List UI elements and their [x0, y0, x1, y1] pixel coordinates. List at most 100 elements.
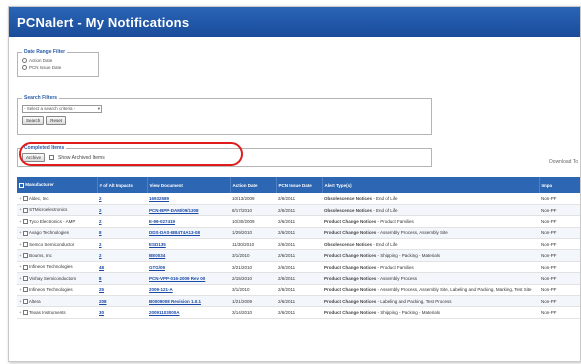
- document-link[interactable]: 20091103000A: [149, 310, 180, 315]
- col-action-date[interactable]: Action Date: [230, 177, 277, 193]
- completed-items: Completed Items Archive Show Archived It…: [17, 145, 432, 167]
- download-to-label[interactable]: Download To: [549, 159, 578, 165]
- cell-alert-type: Product Change Notices - Shipping - Pack…: [322, 306, 539, 319]
- alt-impacts-link[interactable]: 2: [99, 219, 102, 224]
- cell-document: B0009008 Revision 1.0.1: [147, 295, 230, 308]
- cell-issue-date: 2/6/2011: [276, 193, 322, 205]
- cell-action-date: 10/30/2009: [230, 215, 276, 228]
- cell-manufacturer: + Aldec, Inc: [17, 193, 97, 205]
- alt-impacts-link[interactable]: 2: [99, 253, 102, 258]
- table-row[interactable]: + Semco Semiconductor 2 ESD135 11/30/2010 2/…: [17, 238, 580, 251]
- checkbox-icon[interactable]: [22, 207, 28, 213]
- checkbox-icon[interactable]: [22, 219, 28, 225]
- radio-action-date-label: Action Date: [29, 58, 53, 63]
- cell-document: PCN-VPP-016-2009 Rev 00: [147, 272, 230, 285]
- cell-issue-date: 2/6/2011: [276, 215, 322, 228]
- cell-document: 20091103000A: [147, 306, 230, 319]
- alt-impacts-link[interactable]: 8: [99, 276, 102, 281]
- document-link[interactable]: GTG/09: [149, 265, 165, 270]
- radio-icon[interactable]: [22, 58, 27, 63]
- document-link[interactable]: B0009008 Revision 1.0.1: [149, 299, 201, 304]
- cell-document: ESD135: [147, 238, 230, 251]
- table-row[interactable]: + Avago Technologies 8 DDS-DAS-BB4T4A13-08…: [17, 227, 580, 240]
- table-row[interactable]: + Texas Instruments 30 20091103000A 3/14/20…: [17, 306, 580, 319]
- cell-action-date: 8/17/2010: [230, 204, 276, 217]
- alt-impacts-link[interactable]: 2: [99, 242, 102, 247]
- alt-impacts-link[interactable]: 2: [99, 196, 102, 201]
- table-row[interactable]: + Tyco Electronics - AMP 2 E-99-027419 10/3…: [17, 215, 580, 228]
- document-link[interactable]: PCN-VPP-016-2009 Rev 00: [149, 276, 205, 281]
- cell-alt-impacts: 25: [97, 284, 147, 297]
- checkbox-icon[interactable]: [22, 230, 28, 236]
- checkbox-icon[interactable]: [22, 253, 28, 259]
- table-row[interactable]: + Infineon Technologies 25 2009-121-A 3/1/2…: [17, 284, 580, 297]
- cell-impact: Non-PF: [539, 227, 580, 240]
- cell-manufacturer: + Vishay Semiconductors: [17, 272, 97, 285]
- document-link[interactable]: BE0034: [149, 253, 165, 258]
- cell-impact: Non-PF: [539, 215, 580, 228]
- date-range-legend: Date Range Filter: [24, 49, 66, 55]
- document-link[interactable]: PCN-BPP-DAM/09/1308: [149, 208, 199, 213]
- table-row[interactable]: + Altera 208 B0009008 Revision 1.0.1 1/21/2…: [17, 295, 580, 308]
- radio-pcn-issue-date[interactable]: PCN Issue Date: [22, 64, 94, 71]
- cell-alert-type: Product Change Notices - Shipping - Pack…: [322, 249, 539, 262]
- dropdown-arrow-icon[interactable]: ▾: [98, 106, 100, 112]
- cell-manufacturer: + Bourns, Inc: [17, 249, 97, 262]
- archive-button[interactable]: Archive: [22, 153, 46, 162]
- col-manufacturer[interactable]: Manufacturer: [17, 177, 98, 193]
- document-link[interactable]: 2009-121-A: [149, 287, 173, 292]
- table-row[interactable]: + Bourns, Inc 2 BE0034 3/1/2010 2/6/2011 Prod…: [17, 249, 580, 262]
- checkbox-icon[interactable]: [19, 182, 24, 188]
- cell-impact: Non-PF: [539, 261, 580, 274]
- cell-impact: Non-PF: [539, 272, 580, 285]
- checkbox-icon[interactable]: [22, 276, 28, 282]
- search-criteria-value: - Select a search criteria -: [24, 106, 76, 111]
- checkbox-icon[interactable]: [22, 310, 28, 316]
- checkbox-icon[interactable]: [22, 298, 28, 304]
- cell-alert-type: Obsolescence Notices - End of Life: [322, 204, 539, 217]
- reset-button[interactable]: Reset: [46, 116, 67, 125]
- alt-impacts-link[interactable]: 48: [99, 265, 104, 270]
- radio-action-date[interactable]: Action Date: [22, 57, 94, 64]
- alt-impacts-link[interactable]: 2: [99, 208, 102, 213]
- checkbox-icon[interactable]: [22, 196, 28, 202]
- cell-document: 16932589: [147, 193, 230, 205]
- document-link[interactable]: E-99-027419: [149, 219, 175, 224]
- alt-impacts-link[interactable]: 8: [99, 230, 102, 235]
- cell-manufacturer: + Infineon Technologies: [17, 261, 97, 274]
- checkbox-icon[interactable]: [49, 155, 55, 160]
- cell-alt-impacts: 2: [97, 193, 147, 205]
- table-row[interactable]: + Infineon Technologies 48 GTG/09 3/21/2010…: [17, 261, 580, 274]
- col-impact[interactable]: Impa: [539, 177, 580, 193]
- table-row[interactable]: + STMicroelectronics 2 PCN-BPP-DAM/09/1308…: [17, 204, 580, 217]
- alt-impacts-link[interactable]: 208: [99, 299, 107, 304]
- title-bar: PCNalert - My Notifications: [9, 7, 580, 37]
- cell-impact: Non-PF: [539, 284, 580, 297]
- search-button[interactable]: Search: [22, 116, 45, 125]
- cell-action-date: 3/21/2010: [230, 261, 276, 274]
- col-alt-impacts[interactable]: # of Alt Impacts: [97, 177, 148, 193]
- cell-impact: Non-PF: [539, 193, 580, 205]
- document-link[interactable]: 16932589: [149, 196, 169, 201]
- col-view-document[interactable]: View Document: [147, 177, 231, 193]
- table-row[interactable]: + Aldec, Inc 2 16932589 10/13/2009 2/6/2011 O…: [17, 193, 580, 205]
- cell-issue-date: 2/6/2011: [276, 227, 322, 240]
- table-row[interactable]: + Vishay Semiconductors 8 PCN-VPP-016-2009…: [17, 272, 580, 285]
- radio-pcn-issue-date-label: PCN Issue Date: [29, 65, 62, 70]
- checkbox-icon[interactable]: [22, 287, 28, 293]
- app-window: PCNalert - My Notifications Date Range F…: [8, 6, 581, 362]
- cell-document: 2009-121-A: [147, 284, 230, 297]
- cell-manufacturer: + Tyco Electronics - AMP: [17, 215, 97, 228]
- document-link[interactable]: ESD135: [149, 242, 166, 247]
- alt-impacts-link[interactable]: 30: [99, 310, 104, 315]
- document-link[interactable]: DDS-DAS-BB4T4A13-08: [149, 230, 200, 235]
- checkbox-icon[interactable]: [22, 241, 28, 247]
- col-pcn-issue-date[interactable]: PCN Issue Date: [276, 177, 323, 193]
- checkbox-icon[interactable]: [22, 264, 28, 270]
- cell-action-date: 1/29/2010: [230, 227, 276, 240]
- cell-action-date: 2/15/2010: [230, 272, 276, 285]
- radio-icon[interactable]: [22, 65, 27, 70]
- search-criteria-select[interactable]: - Select a search criteria - ▾: [22, 104, 102, 113]
- col-alert-types[interactable]: Alert Type(s): [322, 177, 540, 193]
- alt-impacts-link[interactable]: 25: [99, 287, 104, 292]
